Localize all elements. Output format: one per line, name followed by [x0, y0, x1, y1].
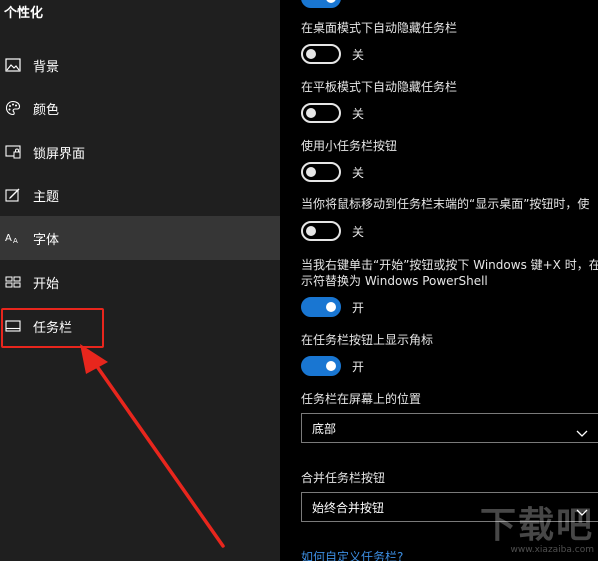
peek-toggle[interactable]: [301, 221, 341, 241]
combine-buttons-dropdown[interactable]: 始终合并按钮: [301, 492, 598, 522]
badges-label: 在任务栏按钮上显示角标: [301, 333, 434, 347]
toggle-state: 开: [352, 300, 365, 315]
top-toggle-row: [301, 0, 341, 8]
desktop-autohide-row: 关: [301, 44, 364, 64]
help-link[interactable]: 如何自定义任务栏?: [301, 548, 403, 561]
powershell-label-line1: 当我右键单击“开始”按钮或按下 Windows 键+X 时，在: [301, 258, 598, 272]
peek-row: 关: [301, 221, 364, 241]
taskbar-location-dropdown[interactable]: 底部: [301, 413, 598, 443]
top-toggle[interactable]: [301, 0, 341, 8]
toggle-state: 关: [352, 165, 365, 180]
powershell-row: 开: [301, 297, 364, 317]
toggle-state: 开: [352, 359, 365, 374]
small-buttons-toggle[interactable]: [301, 162, 341, 182]
annotation-arrow: [80, 344, 225, 548]
toggle-state: 关: [352, 224, 365, 239]
badges-row: 开: [301, 356, 364, 376]
tablet-autohide-label: 在平板模式下自动隐藏任务栏: [301, 80, 458, 94]
powershell-toggle[interactable]: [301, 297, 341, 317]
dropdown-value: 底部: [312, 421, 337, 436]
small-buttons-row: 关: [301, 162, 364, 182]
badges-toggle[interactable]: [301, 356, 341, 376]
combine-label: 合并任务栏按钮: [301, 471, 386, 485]
location-label: 任务栏在屏幕上的位置: [301, 392, 422, 406]
taskbar-settings-panel: 在桌面模式下自动隐藏任务栏 关 在平板模式下自动隐藏任务栏 关 使用小任务栏按钮…: [280, 0, 598, 561]
toggle-state: 关: [352, 106, 365, 121]
toggle-state: 关: [352, 47, 365, 62]
watermark-url: www.xiazaiba.com: [510, 545, 594, 555]
tablet-autohide-row: 关: [301, 103, 364, 123]
peek-label: 当你将鼠标移动到任务栏末端的“显示桌面”按钮时，使: [301, 197, 590, 211]
chevron-down-icon: [576, 502, 588, 521]
desktop-autohide-toggle[interactable]: [301, 44, 341, 64]
powershell-label-line2: 示符替换为 Windows PowerShell: [301, 274, 488, 288]
desktop-autohide-label: 在桌面模式下自动隐藏任务栏: [301, 21, 458, 35]
settings-sidebar: 个性化 背景 颜色 锁屏界面 主题 AA 字体 开始 任务栏: [0, 0, 280, 561]
tablet-autohide-toggle[interactable]: [301, 103, 341, 123]
chevron-down-icon: [576, 423, 588, 442]
dropdown-value: 始终合并按钮: [312, 500, 385, 515]
small-buttons-label: 使用小任务栏按钮: [301, 139, 398, 153]
